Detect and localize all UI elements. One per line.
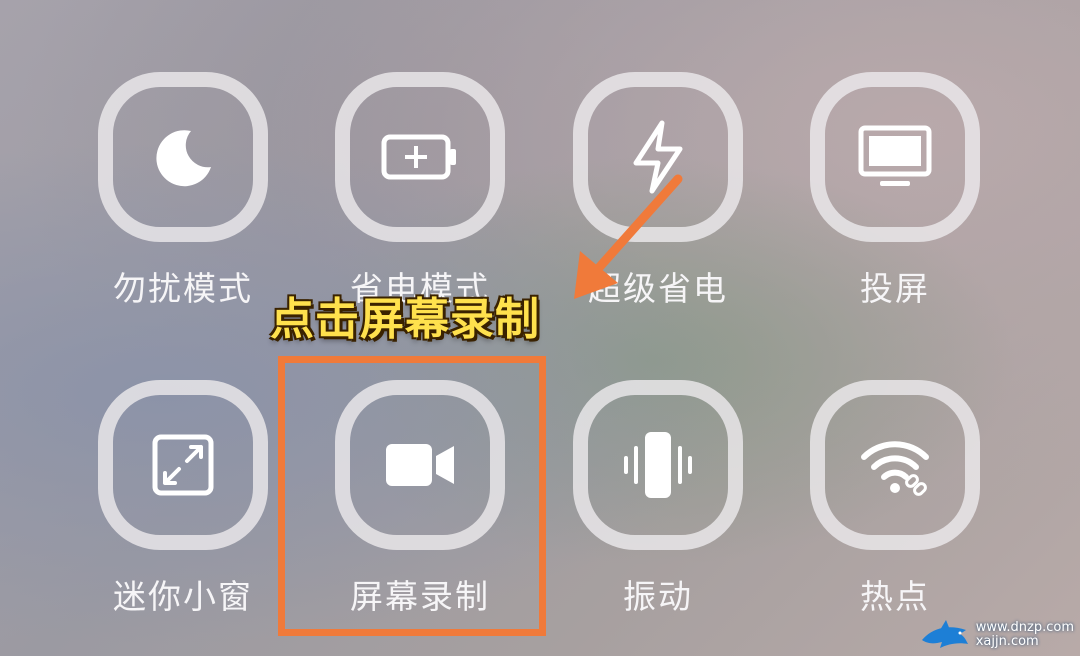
- tile-label-vibration: 振动: [623, 577, 693, 616]
- power-saving-tile[interactable]: [335, 72, 505, 242]
- watermark: www.dnzp.com xajjn.com: [920, 618, 1074, 652]
- moon-icon: [156, 130, 211, 187]
- tile-label-do-not-disturb: 勿扰模式: [113, 269, 253, 308]
- tile-label-screen-cast: 投屏: [860, 269, 930, 308]
- tile-label-mini-window: 迷你小窗: [113, 577, 253, 616]
- mini-window-icon: [152, 434, 214, 496]
- wifi-hotspot-icon: [861, 441, 929, 496]
- do-not-disturb-tile[interactable]: [98, 72, 268, 242]
- shark-logo-icon: [921, 620, 968, 648]
- annotation-arrow-icon: [574, 174, 683, 299]
- annotation-highlight-box: [278, 356, 546, 636]
- vibration-icon: [624, 432, 692, 498]
- screen-cast-tile[interactable]: [810, 72, 980, 242]
- tile-label-hotspot: 热点: [860, 577, 930, 616]
- watermark-text-block: www.dnzp.com xajjn.com: [976, 621, 1074, 649]
- battery-plus-icon: [381, 134, 456, 180]
- mini-window-tile[interactable]: [98, 380, 268, 550]
- monitor-icon: [858, 125, 932, 186]
- hotspot-tile[interactable]: [810, 380, 980, 550]
- watermark-site: www.dnzp.com: [975, 620, 1074, 635]
- annotation-callout: 点击屏幕录制: [270, 294, 540, 345]
- watermark-text: xajjn.com: [975, 634, 1039, 649]
- vibration-tile[interactable]: [573, 380, 743, 550]
